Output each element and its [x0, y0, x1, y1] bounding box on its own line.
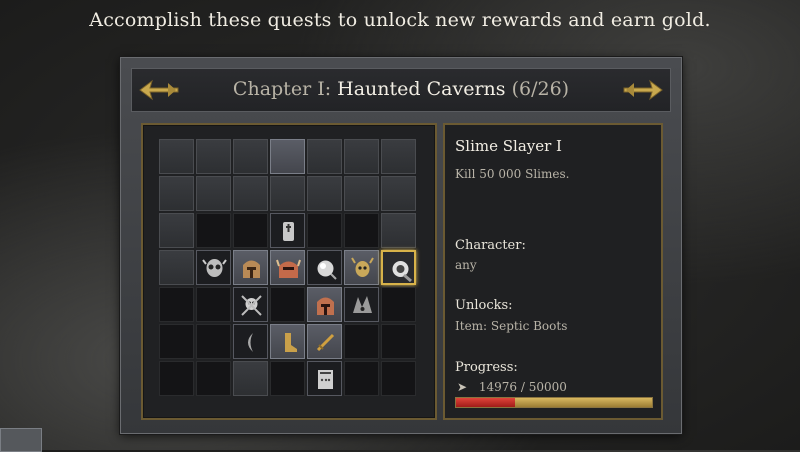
grid-cell: [307, 139, 342, 174]
quest-cell-slime[interactable]: [381, 250, 416, 285]
quest-cell-orb[interactable]: [307, 250, 342, 285]
skull-mask-icon: [202, 259, 227, 277]
grid-cell: [270, 287, 305, 322]
quest-grid-panel: [141, 123, 437, 420]
grid-cell: [270, 361, 305, 396]
coffin-icon: [283, 222, 294, 241]
demon-face-icon: [351, 257, 374, 277]
crescent-icon: [248, 333, 253, 352]
progress-arrow-icon: ➤: [457, 380, 468, 394]
helmet-b-icon: [276, 259, 301, 278]
grid-cell: [344, 361, 379, 396]
grid-cell: [344, 324, 379, 359]
grid-cell: [344, 139, 379, 174]
quest-details-panel: Slime Slayer I Kill 50 000 Slimes. Chara…: [443, 123, 663, 420]
grid-cell: [381, 324, 416, 359]
skull-crossbones-icon: [241, 295, 262, 316]
quest-window: Chapter I: Haunted Caverns (6/26) Slime …: [120, 57, 682, 434]
quest-grid: [159, 139, 416, 396]
helmet-a-icon: [243, 260, 260, 278]
grid-cell: [233, 176, 268, 211]
arrow-right-icon[interactable]: [620, 77, 664, 103]
quest-cell-helmet-a[interactable]: [233, 250, 268, 285]
grid-cell: [233, 139, 268, 174]
grid-cell: [307, 213, 342, 248]
progress-label: Progress:: [455, 360, 518, 375]
grid-cell: [159, 361, 194, 396]
quest-cell-coffin[interactable]: [270, 213, 305, 248]
progress-text: ➤ 14976 / 50000: [457, 380, 567, 394]
progress-bar-remaining: [514, 398, 652, 407]
tome-icon: [318, 370, 333, 389]
grid-cell: [270, 176, 305, 211]
chapter-header: Chapter I: Haunted Caverns (6/26): [131, 68, 671, 112]
quest-cell-crescent[interactable]: [233, 324, 268, 359]
chapter-count: (6/26): [511, 78, 570, 100]
grid-cell: [344, 213, 379, 248]
quest-cell-dark-eye[interactable]: [344, 287, 379, 322]
grid-cell: [159, 139, 194, 174]
grid-cell: [159, 287, 194, 322]
grid-cell: [196, 139, 231, 174]
grid-cell: [381, 213, 416, 248]
grid-cell: [196, 361, 231, 396]
character-value: any: [455, 258, 477, 272]
grid-cell: [196, 287, 231, 322]
quest-cell-helmet-b[interactable]: [270, 250, 305, 285]
chapter-prefix: Chapter I:: [232, 78, 332, 100]
quest-cell-demon-face[interactable]: [344, 250, 379, 285]
quest-description: Kill 50 000 Slimes.: [455, 167, 570, 181]
quest-cell-skull-mask[interactable]: [196, 250, 231, 285]
grid-cell: [159, 176, 194, 211]
quest-cell-boot[interactable]: [270, 324, 305, 359]
quest-title: Slime Slayer I: [455, 137, 562, 155]
grid-cell: [307, 176, 342, 211]
grid-cell: [381, 139, 416, 174]
grid-cell: [196, 176, 231, 211]
slime-icon: [392, 261, 412, 282]
quest-cell-tome[interactable]: [307, 361, 342, 396]
progress-bar: [455, 397, 653, 408]
grid-cell: [233, 361, 268, 396]
grid-cell: [233, 213, 268, 248]
dark-eye-icon: [353, 296, 372, 313]
progress-value: 14976 / 50000: [478, 380, 567, 394]
progress-bar-fill: [456, 398, 515, 407]
grid-cell: [196, 324, 231, 359]
unlocks-value: Item: Septic Boots: [455, 319, 568, 333]
character-label: Character:: [455, 238, 526, 253]
grid-cell: [159, 250, 194, 285]
quest-cell-skull-crossbones[interactable]: [233, 287, 268, 322]
chapter-name: Haunted Caverns: [337, 78, 506, 100]
sword-icon: [316, 333, 335, 352]
grid-cell: [381, 176, 416, 211]
grid-cell: [196, 213, 231, 248]
chapter-title: Chapter I: Haunted Caverns (6/26): [132, 78, 670, 100]
orb-icon: [317, 260, 337, 280]
quest-cell-helmet-c[interactable]: [307, 287, 342, 322]
unlocks-label: Unlocks:: [455, 298, 513, 313]
grid-cell: [344, 176, 379, 211]
grid-cell: [159, 213, 194, 248]
instruction-text: Accomplish these quests to unlock new re…: [89, 9, 711, 31]
helmet-c-icon: [317, 297, 334, 315]
quest-cell-sword[interactable]: [307, 324, 342, 359]
boot-icon: [285, 333, 297, 352]
grid-cell: [159, 324, 194, 359]
grid-cell: [381, 361, 416, 396]
grid-cell: [381, 287, 416, 322]
grid-cell: [270, 139, 305, 174]
corner-button[interactable]: [0, 428, 42, 452]
